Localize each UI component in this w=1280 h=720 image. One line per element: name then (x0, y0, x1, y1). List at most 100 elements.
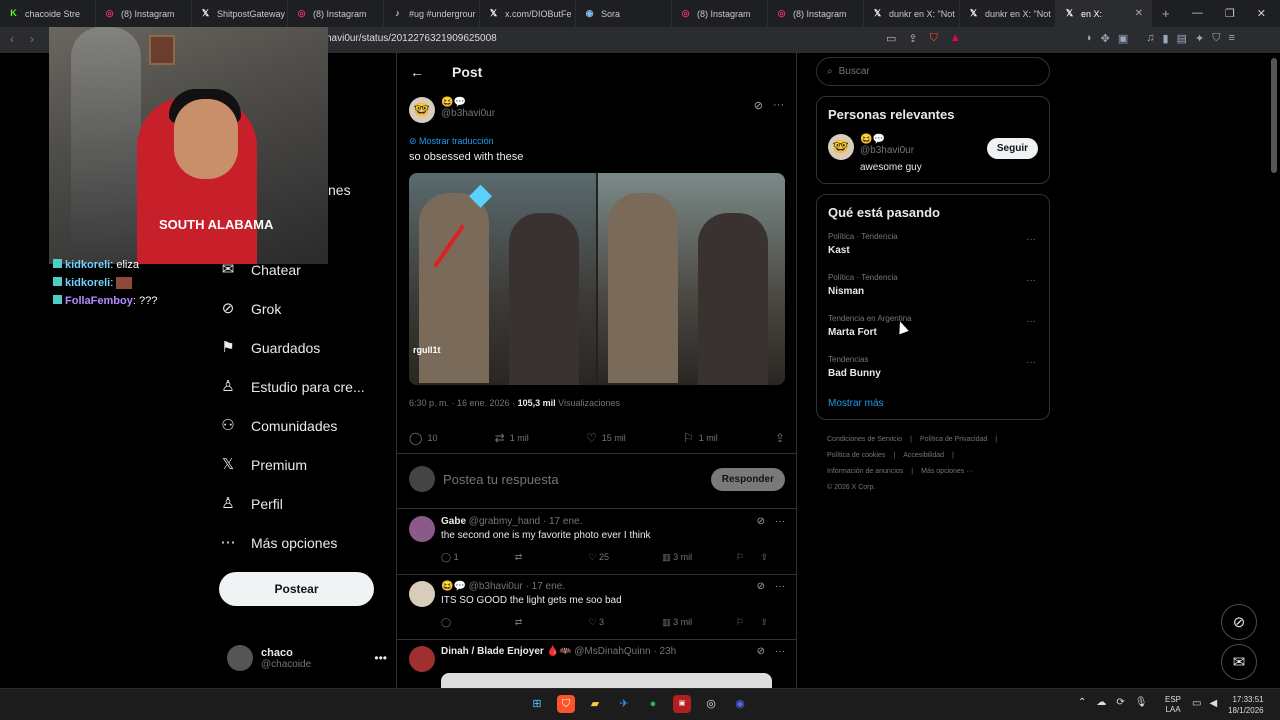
screenshot-icon[interactable]: ▣ (1118, 32, 1128, 45)
menu-icon[interactable]: ≡ (1228, 32, 1234, 45)
grok-icon[interactable]: ⊘ (757, 646, 765, 657)
reply-author[interactable]: Gabe (441, 516, 466, 527)
nav-item-creator-studio[interactable]: ♙ Estudio para cre... (219, 367, 364, 406)
tray-chevron-icon[interactable]: ⌃ (1078, 697, 1086, 708)
volume-icon[interactable]: ◀ (1209, 698, 1217, 709)
footer-link[interactable]: Política de Privacidad (920, 436, 987, 443)
messages-float-button[interactable]: ✉ (1221, 644, 1257, 680)
app-icon[interactable]: ▣ (673, 695, 691, 713)
repost-action[interactable]: ⇄ 1 mil (495, 431, 529, 445)
page-scrollbar[interactable] (1271, 58, 1277, 173)
footer-link[interactable]: © 2026 X Corp. (827, 484, 875, 491)
like-action[interactable]: ♡ 3 (588, 617, 662, 628)
nav-item-grok[interactable]: ⊘ Grok (219, 289, 365, 328)
forward-icon[interactable]: › (30, 32, 34, 46)
like-action[interactable]: ♡ 25 (588, 552, 662, 563)
back-arrow-icon[interactable]: ← (410, 64, 424, 80)
nav-item-premium[interactable]: 𝕏 Premium (219, 445, 365, 484)
nav-item-bookmarks[interactable]: ⚑ Guardados (219, 328, 365, 367)
reply-item[interactable]: 😆💬 @b3havi0ur · 17 ene. ITS SO GOOD the l… (409, 581, 785, 628)
post-image-2[interactable] (598, 173, 785, 385)
reply-action[interactable]: ◯ (441, 617, 515, 628)
brave-rewards-icon[interactable]: ▲ (950, 32, 961, 45)
reply-handle[interactable]: @MsDinahQuinn · 23h (574, 646, 676, 657)
browser-tab[interactable]: ◎ (8) Instagram (768, 0, 864, 27)
spotify-icon[interactable]: ● (644, 695, 662, 713)
reply-handle[interactable]: @b3havi0ur · 17 ene. (469, 581, 565, 592)
footer-link[interactable]: Accesibilidad (903, 452, 944, 459)
reply-input[interactable]: Postea tu respuesta (443, 472, 559, 487)
share-icon[interactable]: ⇪ (760, 617, 785, 628)
trend-more-icon[interactable]: ··· (1026, 275, 1036, 286)
browser-tab[interactable]: Kchacoide Stre (0, 0, 96, 27)
extensions-icon[interactable]: ✥ (1101, 32, 1110, 45)
footer-link[interactable]: Condiciones de Servicio (827, 436, 902, 443)
share-icon[interactable]: ⇪ (760, 552, 785, 563)
trend-item[interactable]: Tendencias Bad Bunny ··· (828, 355, 1038, 396)
account-more-icon[interactable]: ••• (374, 651, 387, 665)
reply-item[interactable]: Gabe @grabmy_hand · 17 ene. the second on… (409, 516, 785, 563)
views-action[interactable]: ▥ 3 mil (662, 617, 736, 628)
reply-button[interactable]: Responder (710, 467, 785, 491)
close-tab-icon[interactable]: ✕ (1135, 8, 1143, 19)
reply-handle[interactable]: @grabmy_hand · 17 ene. (469, 516, 583, 527)
footer-link[interactable]: Información de anuncios (827, 468, 903, 475)
reply-author[interactable]: 😆💬 (441, 581, 466, 592)
reply-avatar[interactable] (409, 516, 435, 542)
translate-label[interactable]: Mostrar traducción (419, 136, 494, 146)
trend-item[interactable]: Tendencia en Argentina Marta Fort ··· (828, 314, 1038, 355)
browser-tab[interactable]: ◎ (8) Instagram (672, 0, 768, 27)
system-clock[interactable]: 17:33:51 18/1/2026 (1228, 694, 1264, 716)
tray-cloud-icon[interactable]: ☁ (1096, 697, 1106, 708)
footer-link[interactable]: Política de cookies (827, 452, 885, 459)
cast-icon[interactable]: ▭ (886, 32, 896, 45)
trend-more-icon[interactable]: ··· (1026, 316, 1036, 327)
reply-media-preview[interactable] (441, 673, 772, 688)
nav-item-chat[interactable]: ✉ Chatear (219, 250, 365, 289)
explorer-icon[interactable]: ▰ (586, 695, 604, 713)
search-input[interactable]: ⌕ Buscar (816, 57, 1050, 86)
post-author[interactable]: 🤓 😆💬 @b3havi0ur (409, 97, 495, 123)
reply-more-icon[interactable]: ··· (775, 646, 785, 657)
reply-item[interactable]: Dinah / Blade Enjoyer 🩸🦇 @MsDinahQuinn ·… (409, 646, 785, 672)
new-tab-icon[interactable]: + (1152, 6, 1180, 21)
nav-item-communities[interactable]: ⚇ Comunidades (219, 406, 365, 445)
nav-item-profile[interactable]: ♙ Perfil (219, 484, 365, 523)
post-media[interactable]: ◆ rgull1t (409, 173, 785, 385)
author-handle[interactable]: @b3havi0ur (441, 108, 495, 119)
views-action[interactable]: ▥ 3 mil (662, 552, 736, 563)
browser-tab[interactable]: ◎ (8) Instagram (288, 0, 384, 27)
back-icon[interactable]: ‹ (10, 32, 14, 46)
repost-action[interactable]: ⇄ (515, 617, 589, 628)
author-avatar[interactable]: 🤓 (409, 97, 435, 123)
network-icon[interactable]: ▭ (1192, 698, 1201, 709)
browser-tab[interactable]: 𝕏dunkr en X: "Not (864, 0, 960, 27)
grok-icon[interactable]: ⊘ (757, 516, 765, 527)
url-field[interactable]: havi0ur/status/2012276321909625008 (326, 33, 497, 44)
brave-taskbar-icon[interactable]: ⛉ (557, 695, 575, 713)
bookmark-action[interactable]: ⚐ 1 mil (683, 431, 718, 445)
post-button[interactable]: Postear (219, 572, 374, 606)
reply-action[interactable]: ◯ 1 (441, 552, 515, 563)
maximize-icon[interactable]: ❐ (1225, 7, 1235, 20)
post-image-1[interactable]: ◆ rgull1t (409, 173, 596, 385)
relevant-handle[interactable]: @b3havi0ur (860, 145, 922, 156)
music-icon[interactable]: ♫ (1146, 32, 1154, 45)
reply-avatar[interactable] (409, 581, 435, 607)
brave-shield-icon[interactable]: ⛉ (930, 32, 938, 45)
share-action[interactable]: ⇪ (775, 431, 785, 445)
post-more-icon[interactable]: ··· (773, 99, 784, 112)
language-indicator[interactable]: ESP LAA (1165, 695, 1181, 715)
tray-sync-icon[interactable]: ⟳ (1116, 697, 1124, 708)
browser-tab[interactable]: 𝕏x.com/DIOButFe (480, 0, 576, 27)
repost-action[interactable]: ⇄ (515, 552, 589, 563)
browser-tab[interactable]: 𝕏en X: ✕ (1056, 0, 1152, 27)
share-icon[interactable]: ⇪ (908, 32, 917, 45)
vpn-icon[interactable]: ⛉ (1212, 32, 1220, 45)
leo-icon[interactable]: ✦ (1195, 32, 1204, 45)
minimize-icon[interactable]: — (1192, 7, 1203, 20)
post-timestamp[interactable]: 6:30 p. m. · 16 ene. 2026 · (409, 398, 515, 408)
bookmark-icon[interactable]: ⚐ (736, 552, 761, 563)
relevant-display-name[interactable]: 😆💬 (860, 134, 922, 145)
trend-more-icon[interactable]: ··· (1026, 234, 1036, 245)
